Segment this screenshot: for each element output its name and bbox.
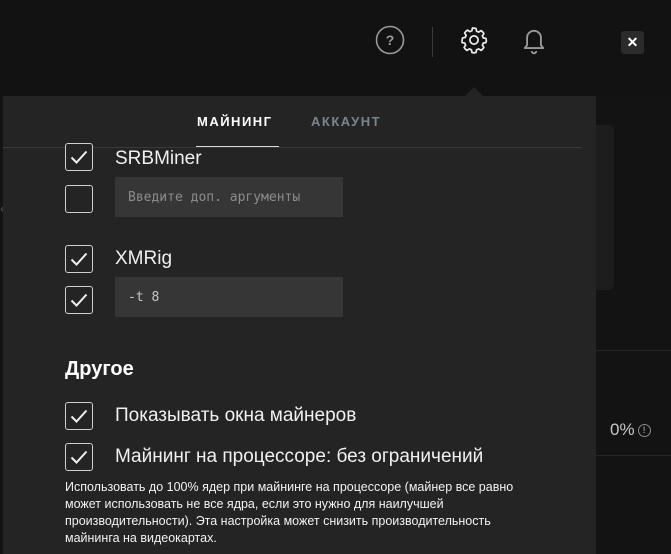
cpu-usage-readout: 0% ! — [610, 420, 651, 440]
xmrig-label: XMRig — [115, 248, 173, 269]
header-divider — [432, 27, 433, 57]
cpu-unlimited-description: Использовать до 100% ядер при майнинге н… — [65, 480, 514, 545]
checkmark-icon — [70, 150, 88, 164]
bell-icon — [520, 25, 548, 60]
settings-popup: МАЙНИНГ АККАУНТ SRBMiner XMRig Другое По… — [3, 96, 596, 554]
checkmark-icon — [70, 252, 88, 266]
svg-text:?: ? — [386, 32, 395, 48]
show-miner-windows-checkbox[interactable] — [65, 402, 93, 430]
info-icon[interactable]: ! — [637, 423, 651, 437]
xmrig-args-input[interactable] — [115, 277, 343, 317]
show-miner-windows-label: Показывать окна майнеров — [115, 405, 357, 426]
other-section-title: Другое — [65, 358, 134, 380]
xmrig-checkbox[interactable] — [65, 245, 93, 273]
checkmark-icon — [70, 409, 88, 423]
close-button[interactable]: ✕ — [621, 31, 644, 54]
notifications-button[interactable] — [516, 24, 552, 60]
cpu-unlimited-checkbox[interactable] — [65, 443, 93, 471]
tab-bar: МАЙНИНГ АККАУНТ — [3, 96, 596, 148]
settings-button[interactable] — [456, 24, 492, 60]
question-circle-icon: ? — [375, 25, 405, 60]
popup-arrow — [465, 87, 483, 96]
help-button[interactable]: ? — [372, 24, 408, 60]
srbminer-checkbox[interactable] — [65, 143, 93, 171]
srbminer-args-checkbox[interactable] — [65, 185, 93, 213]
gear-icon — [459, 25, 489, 60]
tab-account[interactable]: АККАУНТ — [311, 114, 381, 129]
srbminer-label: SRBMiner — [115, 148, 202, 169]
background-card — [596, 125, 614, 290]
srbminer-args-input[interactable] — [115, 177, 343, 217]
cpu-usage-percent: 0% — [610, 420, 635, 439]
cpu-unlimited-label: Майнинг на процессоре: без ограничений — [115, 446, 484, 467]
checkmark-icon — [70, 450, 88, 464]
checkmark-icon — [70, 293, 88, 307]
xmrig-args-checkbox[interactable] — [65, 286, 93, 314]
tab-mining[interactable]: МАЙНИНГ — [197, 114, 273, 129]
top-bar — [0, 0, 671, 95]
background-divider — [596, 350, 671, 351]
background-divider — [596, 455, 671, 456]
